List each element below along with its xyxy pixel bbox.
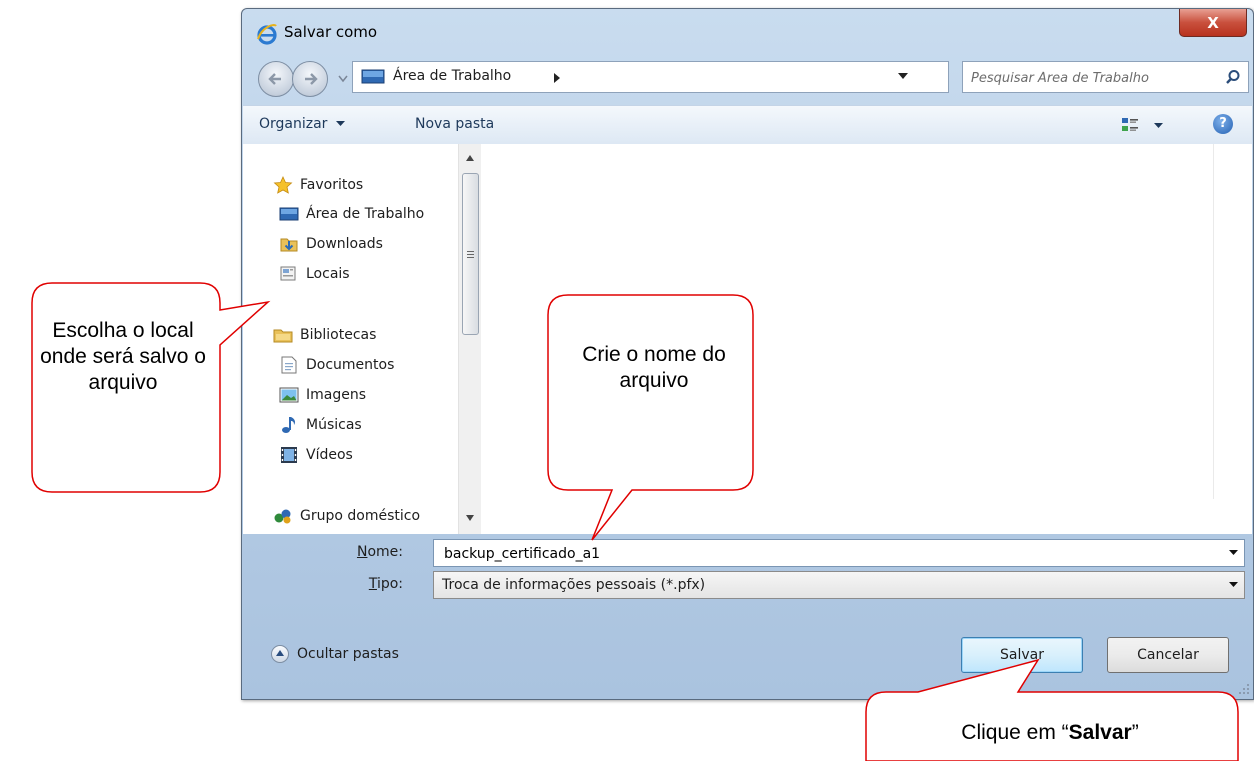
file-fields: Nome: Tipo: Troca de informações pessoai… — [243, 535, 1252, 615]
scroll-up-icon[interactable] — [466, 155, 474, 161]
name-label-text: ome: — [367, 544, 403, 560]
sidebar-item-videos[interactable]: Vídeos — [279, 444, 353, 466]
desktop-icon — [361, 69, 385, 84]
organize-label: Organizar — [259, 116, 328, 132]
pictures-icon — [279, 387, 299, 403]
nav-scrollbar[interactable] — [458, 144, 481, 534]
callout-save-text: Clique em “Salvar” — [872, 720, 1228, 746]
file-type-value: Troca de informações pessoais (*.pfx) — [442, 577, 706, 593]
callout-save-bold: Salvar — [1068, 721, 1132, 744]
arrow-left-icon — [268, 73, 281, 85]
sidebar-item-recent-places[interactable]: Locais — [279, 263, 350, 285]
callout-save-prefix: Clique em “ — [961, 721, 1069, 744]
chevron-down-icon — [1229, 582, 1238, 587]
name-label: Nome: — [243, 544, 403, 560]
sidebar-item-documents[interactable]: Documentos — [279, 354, 394, 376]
title-bar: Salvar como X — [242, 9, 1253, 49]
search-icon[interactable] — [1225, 69, 1241, 85]
address-location: Área de Trabalho — [393, 68, 512, 84]
nav-group-label: Favoritos — [300, 177, 364, 193]
chevron-down-icon[interactable] — [1229, 550, 1238, 556]
desktop-icon — [279, 207, 299, 221]
type-label-accesskey: T — [368, 576, 377, 592]
command-bar: Organizar Nova pasta ? — [243, 105, 1252, 145]
forward-button[interactable] — [292, 61, 328, 97]
sidebar-item-label: Locais — [306, 266, 350, 282]
type-label-text: ipo: — [376, 576, 403, 592]
callout-save-suffix: ” — [1131, 721, 1139, 744]
libraries-icon — [273, 329, 293, 343]
scroll-down-icon[interactable] — [466, 515, 474, 521]
grip-icon — [467, 251, 474, 258]
recent-places-icon — [280, 266, 296, 281]
sidebar-item-label: Downloads — [306, 236, 383, 252]
name-label-accesskey: N — [356, 544, 368, 560]
close-button[interactable]: X — [1179, 9, 1247, 37]
change-view-button[interactable] — [1120, 115, 1170, 135]
cancel-button[interactable]: Cancelar — [1107, 637, 1229, 673]
content-area: Favoritos Área de Trabalho Downloads Loc… — [243, 144, 1252, 534]
address-box[interactable]: Área de Trabalho — [352, 61, 1050, 93]
sidebar-item-label: Imagens — [306, 387, 367, 403]
nav-group-label: Bibliotecas — [300, 327, 377, 343]
navigation-pane: Favoritos Área de Trabalho Downloads Loc… — [243, 144, 481, 534]
nav-group-favorites[interactable]: Favoritos — [273, 174, 363, 196]
nav-group-label: Grupo doméstico — [300, 508, 421, 524]
search-box — [962, 61, 1249, 93]
internet-explorer-icon — [257, 24, 277, 45]
hide-folders-label: Ocultar pastas — [297, 646, 399, 662]
nav-group-homegroup[interactable]: Grupo doméstico — [273, 505, 420, 527]
file-list-pane[interactable] — [501, 144, 1214, 499]
collapse-icon — [271, 645, 289, 663]
back-button[interactable] — [258, 61, 294, 97]
videos-icon — [281, 447, 297, 463]
sidebar-item-label: Documentos — [306, 357, 395, 373]
music-icon — [282, 417, 295, 433]
downloads-icon — [280, 238, 298, 252]
dialog-footer: Ocultar pastas Salvar Cancelar — [243, 615, 1252, 697]
nav-group-libraries[interactable]: Bibliotecas — [273, 324, 376, 346]
address-bar: Área de Trabalho — [242, 59, 1253, 105]
file-name-combobox — [433, 539, 1245, 567]
star-icon — [273, 176, 293, 194]
sidebar-item-label: Vídeos — [306, 447, 353, 463]
chevron-down-icon[interactable] — [898, 73, 908, 80]
sidebar-item-downloads[interactable]: Downloads — [279, 233, 383, 255]
type-label: Tipo: — [243, 576, 403, 592]
new-folder-button[interactable]: Nova pasta — [415, 116, 494, 132]
resize-grip-icon[interactable] — [1238, 683, 1250, 695]
chevron-down-icon — [335, 121, 345, 126]
search-input[interactable] — [969, 66, 1213, 90]
sidebar-item-pictures[interactable]: Imagens — [279, 384, 366, 406]
sidebar-item-label: Músicas — [306, 417, 362, 433]
hide-folders-toggle[interactable]: Ocultar pastas — [271, 645, 399, 663]
arrow-right-icon — [305, 73, 318, 85]
file-type-select[interactable]: Troca de informações pessoais (*.pfx) — [433, 571, 1245, 599]
callout-filename-text: Crie o nome do arquivo — [582, 343, 726, 392]
close-icon: X — [1207, 13, 1219, 32]
help-button[interactable]: ? — [1213, 114, 1233, 134]
sidebar-item-music[interactable]: Músicas — [279, 414, 362, 436]
save-button[interactable]: Salvar — [961, 637, 1083, 673]
sidebar-item-desktop[interactable]: Área de Trabalho — [279, 203, 424, 225]
scroll-thumb[interactable] — [462, 173, 479, 335]
sidebar-item-label: Área de Trabalho — [306, 206, 425, 222]
file-name-input[interactable] — [442, 543, 1206, 565]
documents-icon — [281, 356, 297, 374]
callout-location-text: Escolha o local onde será salvo o arquiv… — [40, 319, 206, 394]
chevron-right-icon[interactable] — [553, 73, 561, 83]
recent-pages-dropdown[interactable] — [338, 75, 348, 83]
homegroup-icon — [274, 509, 291, 524]
window-title: Salvar como — [284, 23, 378, 41]
organize-menu[interactable]: Organizar — [259, 116, 345, 132]
